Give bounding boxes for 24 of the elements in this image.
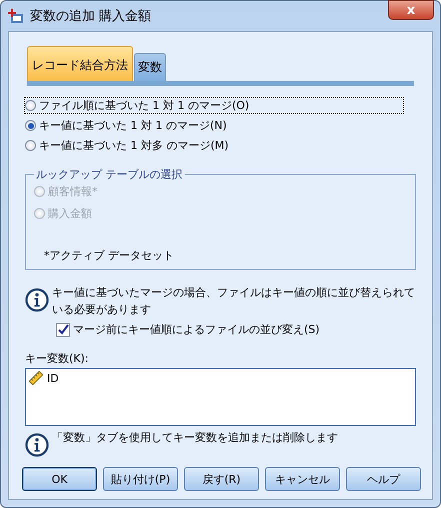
radio-option[interactable]: ファイル順に基づいた 1 対 1 のマージ(O) bbox=[25, 98, 403, 113]
group-title: ルックアップ テーブルの選択 bbox=[35, 167, 184, 182]
dialog-button[interactable]: 貼り付け(P) bbox=[103, 467, 178, 491]
key-variables-label: キー変数(K): bbox=[25, 351, 90, 366]
dialog-button[interactable]: OK bbox=[22, 467, 97, 491]
dialog-button[interactable]: キャンセル bbox=[265, 467, 340, 491]
info-icon bbox=[25, 288, 49, 312]
list-item[interactable]: ID bbox=[29, 371, 59, 385]
info-message: キー値に基づいたマージの場合、ファイルはキー値の順に並び替えられている必要があります bbox=[52, 285, 416, 318]
radio-option[interactable]: キー値に基づいた 1 対 1 のマージ(N) bbox=[25, 118, 227, 133]
dialog-button[interactable]: 戻す(R) bbox=[184, 467, 259, 491]
ruler-icon bbox=[29, 371, 43, 385]
key-variables-list[interactable]: ID bbox=[25, 368, 416, 426]
app-icon bbox=[8, 8, 24, 24]
note-text: *アクティブ データセット bbox=[43, 248, 175, 263]
tab[interactable]: レコード結合方法 bbox=[27, 46, 133, 81]
window-title: 変数の追加 購入金額 bbox=[30, 8, 152, 25]
info-icon bbox=[25, 433, 49, 457]
hint-message: 「変数」タブを使用してキー変数を追加または削除します bbox=[52, 430, 338, 446]
tab[interactable]: 変数 bbox=[134, 53, 166, 81]
radio-option[interactable]: キー値に基づいた 1 対多 のマージ(M) bbox=[25, 138, 229, 153]
checkmark-icon bbox=[58, 324, 68, 335]
sort-checkbox[interactable]: マージ前にキー値順によるファイルの並び変え(S) bbox=[56, 322, 320, 337]
dialog-button[interactable]: ヘルプ bbox=[346, 467, 421, 491]
